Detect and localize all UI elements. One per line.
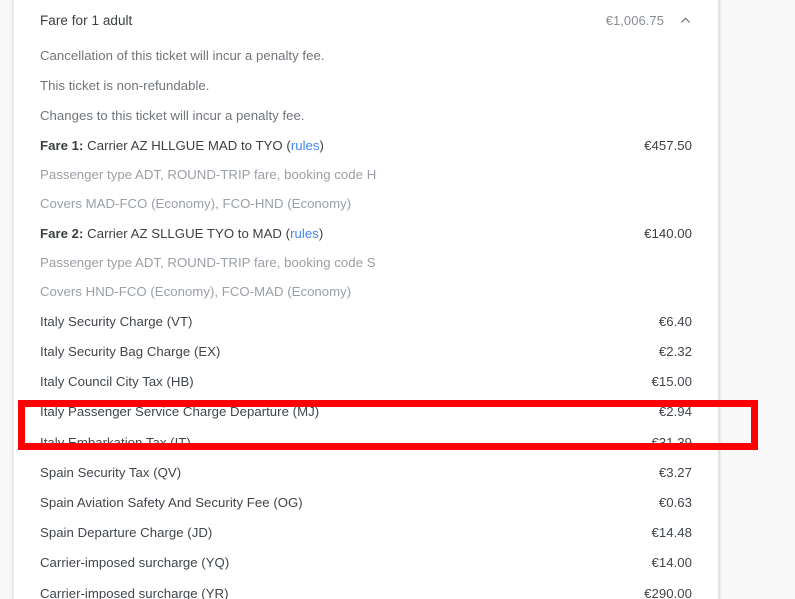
tax-amount: €290.00 xyxy=(644,585,692,599)
tax-label: Italy Embarkation Tax (IT) xyxy=(40,434,191,450)
tax-label: Italy Security Charge (VT) xyxy=(40,313,193,329)
fare-breakdown-card: Fare for 1 adult €1,006.75 Cancellation … xyxy=(13,0,719,599)
tax-amount: €2.32 xyxy=(658,344,692,360)
fare-heading-row: Fare 1: Carrier AZ HLLGUE MAD to TYO (ru… xyxy=(40,131,692,161)
tax-amount: €31.39 xyxy=(651,434,692,450)
tax-row: Italy Security Charge (VT) €6.40 xyxy=(40,307,692,337)
tax-row: Italy Embarkation Tax (IT) €31.39 xyxy=(40,428,692,458)
fare-heading-row: Fare 2: Carrier AZ SLLGUE TYO to MAD (ru… xyxy=(40,219,692,249)
tax-row: Italy Council City Tax (HB) €15.00 xyxy=(40,367,692,397)
fare-tag: Fare 1: xyxy=(40,137,84,153)
tax-row: Spain Security Tax (QV) €3.27 xyxy=(40,458,692,488)
tax-label: Italy Security Bag Charge (EX) xyxy=(40,344,221,360)
tax-label: Carrier-imposed surcharge (YQ) xyxy=(40,555,230,571)
fare-amount: €140.00 xyxy=(644,225,692,241)
fare-description: Carrier AZ SLLGUE TYO to MAD xyxy=(83,225,286,241)
fare-heading-label: Fare 1: Carrier AZ HLLGUE MAD to TYO (ru… xyxy=(40,136,324,156)
tax-label: Carrier-imposed surcharge (YR) xyxy=(40,585,229,599)
fare-amount: €457.50 xyxy=(644,137,692,153)
fare-total-price: €1,006.75 xyxy=(605,12,664,28)
tax-row-carrier-surcharge-yq: Carrier-imposed surcharge (YQ) €14.00 xyxy=(40,548,692,578)
tax-amount: €3.27 xyxy=(658,464,692,480)
tax-label: Italy Passenger Service Charge Departure… xyxy=(40,404,320,420)
fare-detail-line: Passenger type ADT, ROUND-TRIP fare, boo… xyxy=(40,255,376,271)
tax-amount: €6.40 xyxy=(658,313,692,329)
fare-tag: Fare 2: xyxy=(40,225,84,241)
fare-rules-link[interactable]: rules xyxy=(290,226,319,241)
tax-row: Spain Departure Charge (JD) €14.48 xyxy=(40,518,692,548)
fare-detail-line: Passenger type ADT, ROUND-TRIP fare, boo… xyxy=(40,167,377,183)
tax-row: Spain Aviation Safety And Security Fee (… xyxy=(40,488,692,518)
rules-paren-close: ) xyxy=(318,225,324,241)
tax-label: Spain Security Tax (QV) xyxy=(40,464,182,480)
fare-detail-line: Covers HND-FCO (Economy), FCO-MAD (Econo… xyxy=(40,284,352,300)
tax-label: Spain Aviation Safety And Security Fee (… xyxy=(40,495,303,510)
fare-heading-label: Fare 2: Carrier AZ SLLGUE TYO to MAD (ru… xyxy=(40,224,323,244)
fare-rules-link[interactable]: rules xyxy=(291,138,320,153)
tax-amount: €0.63 xyxy=(658,495,692,510)
fare-description: Carrier AZ HLLGUE MAD to TYO xyxy=(83,137,287,153)
tax-amount: €14.48 xyxy=(651,525,692,541)
rules-paren-close: ) xyxy=(319,137,324,153)
tax-amount: €14.00 xyxy=(651,555,692,571)
fare-detail-line: Covers MAD-FCO (Economy), FCO-HND (Econo… xyxy=(40,196,352,212)
tax-amount: €2.94 xyxy=(658,404,692,420)
tax-label: Spain Departure Charge (JD) xyxy=(40,525,213,541)
tax-row-carrier-surcharge-yr: Carrier-imposed surcharge (YR) €290.00 xyxy=(40,579,692,599)
tax-row: Italy Security Bag Charge (EX) €2.32 xyxy=(40,337,692,367)
tax-label: Italy Council City Tax (HB) xyxy=(40,374,194,390)
chevron-up-icon[interactable] xyxy=(678,13,692,27)
policy-note: This ticket is non-refundable. xyxy=(40,77,210,93)
fare-card-header[interactable]: Fare for 1 adult €1,006.75 xyxy=(40,0,692,40)
page-title: Fare for 1 adult xyxy=(40,12,133,28)
policy-note: Changes to this ticket will incur a pena… xyxy=(40,107,305,123)
tax-row: Italy Passenger Service Charge Departure… xyxy=(40,397,692,427)
tax-amount: €15.00 xyxy=(651,374,692,390)
policy-note: Cancellation of this ticket will incur a… xyxy=(40,47,325,63)
